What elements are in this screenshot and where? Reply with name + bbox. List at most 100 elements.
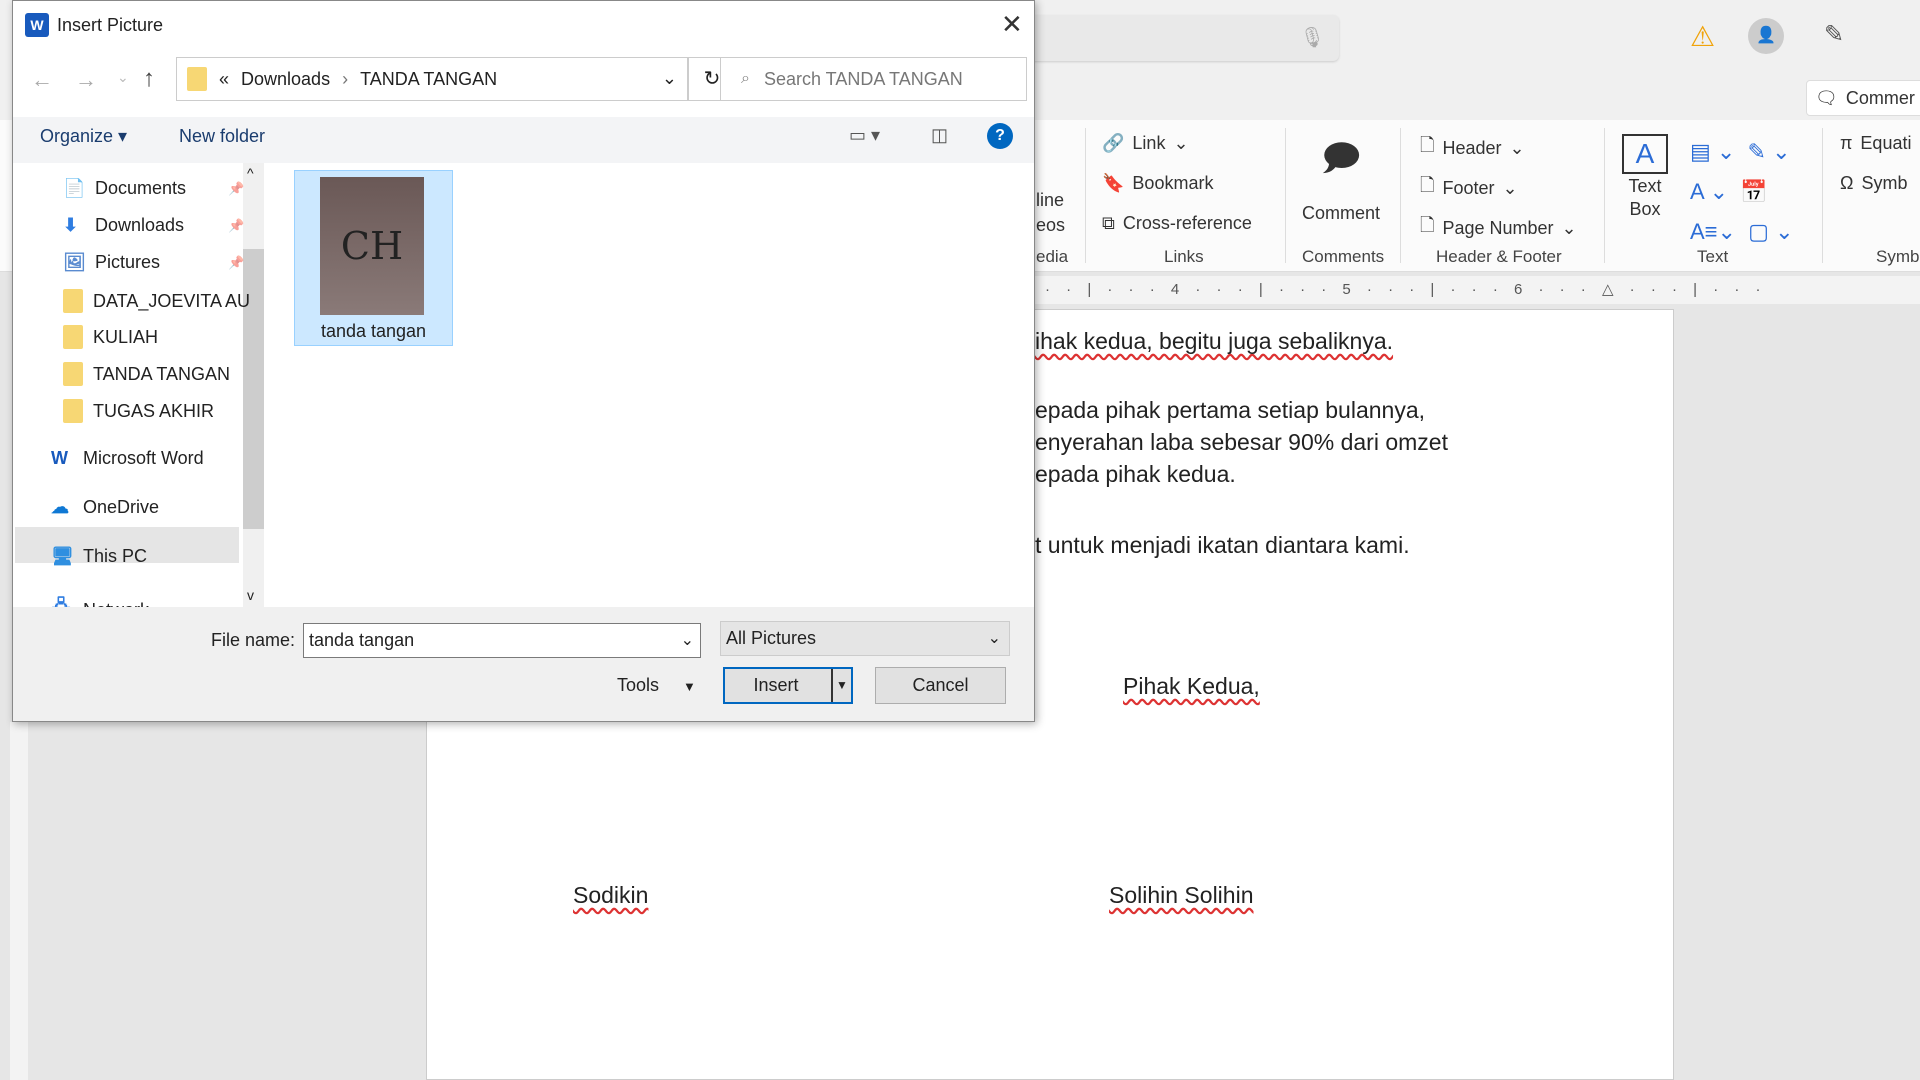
word-icon: W xyxy=(51,448,68,468)
dialog-title: Insert Picture xyxy=(57,15,164,35)
search-placeholder: Search TANDA TANGAN xyxy=(763,68,963,89)
online-videos-button[interactable]: line eos xyxy=(1036,190,1065,236)
breadcrumb-separator: › xyxy=(342,68,349,89)
nav-item-label: OneDrive xyxy=(83,497,160,517)
folder-icon xyxy=(63,399,83,423)
search-icon: ⌕ xyxy=(741,70,750,87)
pin-icon[interactable]: 📌 xyxy=(228,181,244,197)
breadcrumb-overflow[interactable]: « xyxy=(219,69,229,90)
address-dropdown-icon[interactable]: ⌄ xyxy=(662,68,677,89)
nav-item-documents[interactable]: 📄 Documents 📌 xyxy=(63,178,244,199)
footer-button[interactable]: 🗋 Footer ⌄ xyxy=(1420,173,1518,203)
separator xyxy=(1085,128,1086,263)
word-search-box[interactable]: 🎙 xyxy=(1029,15,1339,61)
horizontal-ruler[interactable]: · · | · · · 4 · · · | · · · 5 · · · | · … xyxy=(1035,276,1920,304)
recent-locations-button[interactable]: ⌄ xyxy=(117,69,129,86)
separator xyxy=(1285,128,1286,263)
dialog-toolbar xyxy=(13,117,1034,163)
doc-line: epada pihak kedua. xyxy=(1035,461,1236,487)
breadcrumb-tanda-tangan[interactable]: TANDA TANGAN xyxy=(360,69,497,90)
cross-reference-icon: ⧉ xyxy=(1102,213,1115,233)
word-icon: W xyxy=(25,13,49,37)
doc-line: epada pihak pertama setiap bulannya, xyxy=(1035,397,1426,423)
nav-item-onedrive[interactable]: ☁ OneDrive xyxy=(51,497,159,518)
chevron-down-icon: ⌄ xyxy=(1561,217,1577,238)
page-number-icon: 🗋 xyxy=(1420,215,1435,235)
view-options-button[interactable]: ▭ ▾ xyxy=(849,125,880,146)
nav-item-microsoft-word[interactable]: W Microsoft Word xyxy=(51,448,204,469)
chevron-down-icon[interactable]: ⌄ xyxy=(681,624,694,657)
file-type-select[interactable]: All Pictures ⌄ xyxy=(720,621,1010,656)
forward-button[interactable]: → xyxy=(75,67,97,93)
symbol-button[interactable]: Ω Symb xyxy=(1840,173,1907,194)
nav-scrollbar[interactable]: ^ v xyxy=(243,163,264,607)
party2-name: Solihin Solihin xyxy=(1109,882,1254,908)
close-button[interactable]: ✕ xyxy=(1001,9,1023,40)
folder-icon xyxy=(63,362,83,386)
breadcrumb-downloads[interactable]: Downloads xyxy=(241,69,330,90)
organize-button[interactable]: Organize ▾ xyxy=(40,126,127,147)
pi-icon: π xyxy=(1840,133,1853,153)
doc-line: ihak kedua, begitu juga sebaliknya. xyxy=(1035,328,1394,354)
nav-item-tanda-tangan[interactable]: TANDA TANGAN xyxy=(63,362,230,386)
vertical-ruler[interactable] xyxy=(10,722,28,1080)
header-icon: 🗋 xyxy=(1420,135,1435,155)
insert-options-dropdown[interactable]: ▼ xyxy=(831,669,851,702)
nav-item-downloads[interactable]: ⬇ Downloads 📌 xyxy=(63,215,244,236)
avatar[interactable]: 👤 xyxy=(1748,18,1784,54)
pen-icon[interactable]: ✎ xyxy=(1824,20,1844,49)
close-icon: ✕ xyxy=(1001,9,1023,39)
file-name-field[interactable]: tanda tangan ⌄ xyxy=(303,623,701,658)
nav-item-label: Downloads xyxy=(95,215,185,235)
links-group-label: Links xyxy=(1164,247,1204,266)
header-button[interactable]: 🗋 Header ⌄ xyxy=(1420,133,1525,163)
pin-icon[interactable]: 📌 xyxy=(228,255,244,271)
nav-item-kuliah[interactable]: KULIAH xyxy=(63,325,158,349)
new-folder-button[interactable]: New folder xyxy=(179,126,265,147)
equation-button[interactable]: π Equati xyxy=(1840,133,1911,154)
help-button[interactable]: ? xyxy=(987,123,1013,149)
chevron-down-icon: ⌄ xyxy=(1509,137,1525,158)
file-type-value: All Pictures xyxy=(726,628,817,648)
file-name-label: tanda tangan xyxy=(320,321,427,341)
tools-button[interactable]: Tools ▼ xyxy=(617,675,696,696)
chevron-down-icon: ⌄ xyxy=(1173,133,1189,153)
cross-reference-button[interactable]: ⧉ Cross-reference xyxy=(1102,213,1252,234)
nav-item-pictures[interactable]: 🖼 Pictures 📌 xyxy=(63,252,244,273)
pc-icon: 🖥 xyxy=(51,546,74,566)
warning-icon[interactable]: ⚠ xyxy=(1690,20,1715,53)
cancel-button[interactable]: Cancel xyxy=(875,667,1006,704)
insert-button[interactable]: Insert ▼ xyxy=(723,667,853,704)
media-group-label: edia xyxy=(1036,247,1069,266)
page-number-button[interactable]: 🗋 Page Number ⌄ xyxy=(1420,213,1577,243)
up-button[interactable]: ↑ xyxy=(143,65,155,93)
folder-icon xyxy=(187,67,207,91)
address-bar[interactable]: « Downloads › TANDA TANGAN ⌄ xyxy=(176,57,688,101)
text-box-button[interactable]: A Text Box xyxy=(1622,134,1668,220)
separator xyxy=(1604,128,1605,263)
nav-item-this-pc[interactable]: 🖥 This PC xyxy=(51,546,147,567)
microphone-icon[interactable]: 🎙 xyxy=(1300,25,1325,50)
preview-pane-button[interactable]: ◫ xyxy=(931,125,948,146)
file-name-value: tanda tangan xyxy=(309,630,415,650)
pin-icon[interactable]: 📌 xyxy=(228,218,244,234)
nav-item-tugas-akhir[interactable]: TUGAS AKHIR xyxy=(63,399,214,423)
link-button[interactable]: 🔗 Link ⌄ xyxy=(1102,133,1189,154)
onedrive-icon: ☁ xyxy=(51,497,69,517)
scroll-up-icon[interactable]: ^ xyxy=(247,165,254,181)
search-input[interactable]: ⌕ Search TANDA TANGAN xyxy=(720,57,1027,101)
scroll-down-icon[interactable]: v xyxy=(247,587,254,603)
nav-item-label: Microsoft Word xyxy=(83,448,204,468)
file-item-tanda-tangan[interactable]: CH tanda tangan xyxy=(294,170,453,346)
back-button[interactable]: ← xyxy=(31,67,53,93)
text-tools-icons[interactable]: ▤ ⌄ ✎ ⌄ A ⌄ 📅 A≡⌄ ▢ ⌄ xyxy=(1690,132,1794,252)
separator xyxy=(1400,128,1401,263)
comment-button[interactable]: 🗩 Comment xyxy=(1302,132,1380,224)
pictures-icon: 🖼 xyxy=(63,252,86,272)
bookmark-button[interactable]: 🔖 Bookmark xyxy=(1102,173,1213,194)
doc-line: t untuk menjadi ikatan diantara kami. xyxy=(1035,532,1410,558)
new-comment-icon: 🗩 xyxy=(1321,137,1361,178)
comments-button[interactable]: 🗨 Commer xyxy=(1806,80,1920,116)
chevron-down-icon: ⌄ xyxy=(987,630,1001,647)
nav-item-data-joevita-au[interactable]: DATA_JOEVITA AU xyxy=(63,289,250,313)
